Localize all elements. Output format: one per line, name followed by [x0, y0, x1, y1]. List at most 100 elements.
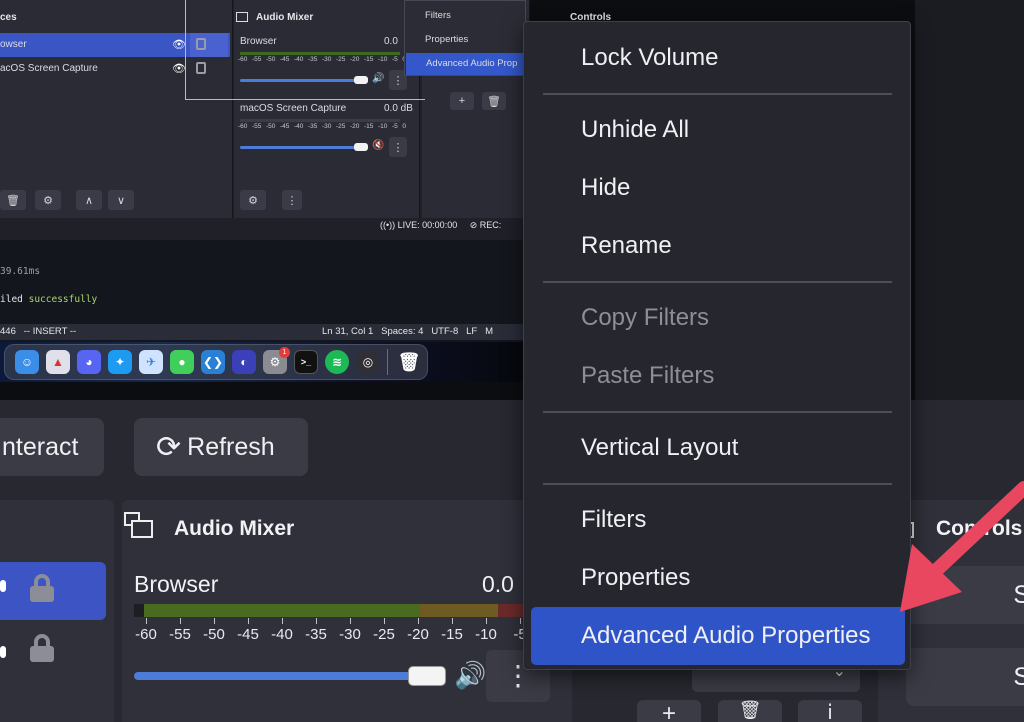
twitter-icon[interactable]: ✦	[108, 350, 132, 374]
menu-item-hide[interactable]: Hide	[524, 162, 910, 214]
preview-menu-item-filters[interactable]: Filters	[405, 5, 525, 27]
kebab-menu-icon[interactable]: ⋮	[282, 190, 302, 210]
menu-item-label: Properties	[581, 564, 691, 591]
meter-tick-label: -60	[238, 56, 248, 63]
menu-separator	[543, 281, 892, 283]
preview-volume-slider[interactable]	[240, 146, 360, 149]
plus-icon[interactable]: +	[450, 92, 474, 110]
meter-tick-mark	[214, 618, 215, 624]
preview-volume-knob[interactable]	[354, 143, 368, 151]
trash-icon[interactable]: 🗑	[397, 350, 421, 374]
finder-icon[interactable]: ☺	[15, 350, 39, 374]
discord-icon[interactable]: ◕	[77, 350, 101, 374]
terminal-success-word: successfully	[28, 294, 98, 305]
preview-sources-dock: ces owser acOS Screen Capture 👁 👁 🗑 ⚙ ∧ …	[0, 0, 233, 218]
menu-item-lock-volume[interactable]: Lock Volume	[524, 32, 910, 84]
meter-tick-label: -50	[266, 123, 276, 130]
terminal-icon[interactable]: >_	[294, 350, 318, 374]
chevron-up-icon[interactable]: ∧	[76, 190, 102, 210]
trash-icon[interactable]: 🗑	[718, 700, 782, 722]
info-icon[interactable]: ⅰ	[798, 700, 862, 722]
meter-tick-label: -35	[308, 123, 318, 130]
live-timer: LIVE: 00:00:00	[397, 220, 458, 230]
volume-slider[interactable]	[134, 672, 414, 680]
dock-divider	[387, 349, 388, 375]
controls-button[interactable]: S	[906, 648, 1024, 706]
macos-dock: ☺ ▲ ◕ ✦ ✈ ● ❮❯ ◐ ⚙ 1 >_ ≋ ◎ 🗑	[4, 344, 428, 380]
meter-ticks: -60 -55 -50 -45 -40 -35 -30 -25 -20 -15 -10 -5	[135, 618, 566, 648]
eye-icon[interactable]: 👁	[172, 62, 186, 75]
menu-item-vertical-layout[interactable]: Vertical Layout	[524, 422, 910, 474]
menu-item-label: Rename	[581, 232, 672, 259]
speaker-icon[interactable]: 🔊	[454, 660, 486, 691]
meter-tick-label: -55	[169, 626, 191, 643]
meter-tick-mark	[282, 618, 283, 624]
spotify-icon[interactable]: ≋	[325, 350, 349, 374]
messages-icon[interactable]: ●	[170, 350, 194, 374]
meter-tick-label: -60	[238, 123, 248, 130]
meter-tick-label: -15	[441, 626, 463, 643]
meter-tick-label: -20	[407, 626, 429, 643]
editor-mode: 446 -- INSERT --	[0, 326, 77, 337]
meter-tick-label: -40	[294, 123, 304, 130]
obs-icon[interactable]: ◎	[356, 350, 380, 374]
meter-tick-mark	[180, 618, 181, 624]
meter-tick-label: -45	[280, 123, 290, 130]
channel-db: 0.0	[482, 571, 514, 597]
menu-item-label: Lock Volume	[581, 44, 719, 71]
kebab-menu-icon[interactable]: ⋮	[389, 137, 407, 157]
meter-tick-label: -10	[475, 626, 497, 643]
refresh-button[interactable]: ⟳ Refresh	[134, 418, 308, 476]
preview-source-label: acOS Screen Capture	[0, 63, 98, 74]
vscode-icon[interactable]: ❮❯	[201, 350, 225, 374]
meter-tick-label: -35	[308, 56, 318, 63]
eye-icon[interactable]: 👁	[172, 38, 186, 51]
testflight-icon[interactable]: ✈	[139, 350, 163, 374]
preview-volume-slider[interactable]	[240, 79, 360, 82]
menu-separator	[543, 411, 892, 413]
preview-menu-item-advanced-audio[interactable]: Advanced Audio Prop	[406, 53, 524, 75]
launchpad-icon[interactable]: ▲	[46, 350, 70, 374]
speaker-muted-icon[interactable]: 🔇	[372, 140, 384, 151]
meter-tick-label: -30	[322, 123, 332, 130]
lock-icon[interactable]	[196, 62, 206, 74]
preview-source-item-screen-capture[interactable]: acOS Screen Capture	[0, 63, 98, 74]
gear-icon[interactable]: ⚙	[240, 190, 266, 210]
controls-button-label: S	[1013, 662, 1024, 691]
preview-audio-mixer-dock: Audio Mixer Browser 0.0 -60 -55 -50 -45 -40-…	[234, 0, 420, 218]
gear-icon[interactable]: ⚙	[35, 190, 61, 210]
menu-item-advanced-audio-properties[interactable]: Advanced Audio Properties	[531, 607, 905, 665]
meter-tick-label: -50	[266, 56, 276, 63]
preview-right-margin	[915, 0, 1024, 400]
editor-position: Ln 31, Col 1 Spaces: 4 UTF-8 LF M	[322, 326, 494, 337]
menu-item-label: Copy Filters	[581, 304, 710, 331]
meter-tick-label: -40	[294, 56, 304, 63]
eye-icon[interactable]	[0, 646, 6, 658]
interact-button[interactable]: nteract	[0, 418, 104, 476]
trash-icon[interactable]: 🗑	[0, 190, 26, 210]
speaker-icon[interactable]: 🔊	[372, 73, 384, 84]
linear-icon[interactable]: ◐	[232, 350, 256, 374]
meter-yellow-segment	[420, 604, 498, 617]
menu-item-properties[interactable]: Properties	[524, 552, 910, 604]
menu-item-filters[interactable]: Filters	[524, 494, 910, 546]
meter-tick-label: -60	[135, 626, 157, 643]
lock-icon[interactable]	[196, 38, 206, 50]
menu-item-rename[interactable]: Rename	[524, 220, 910, 272]
trash-icon[interactable]: 🗑	[482, 92, 506, 110]
volume-slider-knob[interactable]	[408, 666, 446, 686]
preview-volume-knob[interactable]	[354, 76, 368, 84]
chevron-down-icon[interactable]: ∨	[108, 190, 134, 210]
meter-tick-label: -20	[350, 123, 360, 130]
lock-icon[interactable]	[30, 634, 54, 662]
lock-icon[interactable]	[30, 574, 54, 602]
preview-channel-db: 0.0 dB	[384, 103, 413, 114]
editor-status-bar: 446 -- INSERT -- Ln 31, Col 1 Spaces: 4 …	[0, 324, 530, 340]
meter-tick-label: -25	[336, 123, 346, 130]
meter-tick-label: -40	[271, 626, 293, 643]
meter-tick-mark	[350, 618, 351, 624]
menu-item-unhide-all[interactable]: Unhide All	[524, 104, 910, 156]
preview-menu-item-properties[interactable]: Properties	[405, 29, 525, 51]
eye-icon[interactable]	[0, 580, 6, 592]
plus-icon[interactable]: +	[637, 700, 701, 722]
